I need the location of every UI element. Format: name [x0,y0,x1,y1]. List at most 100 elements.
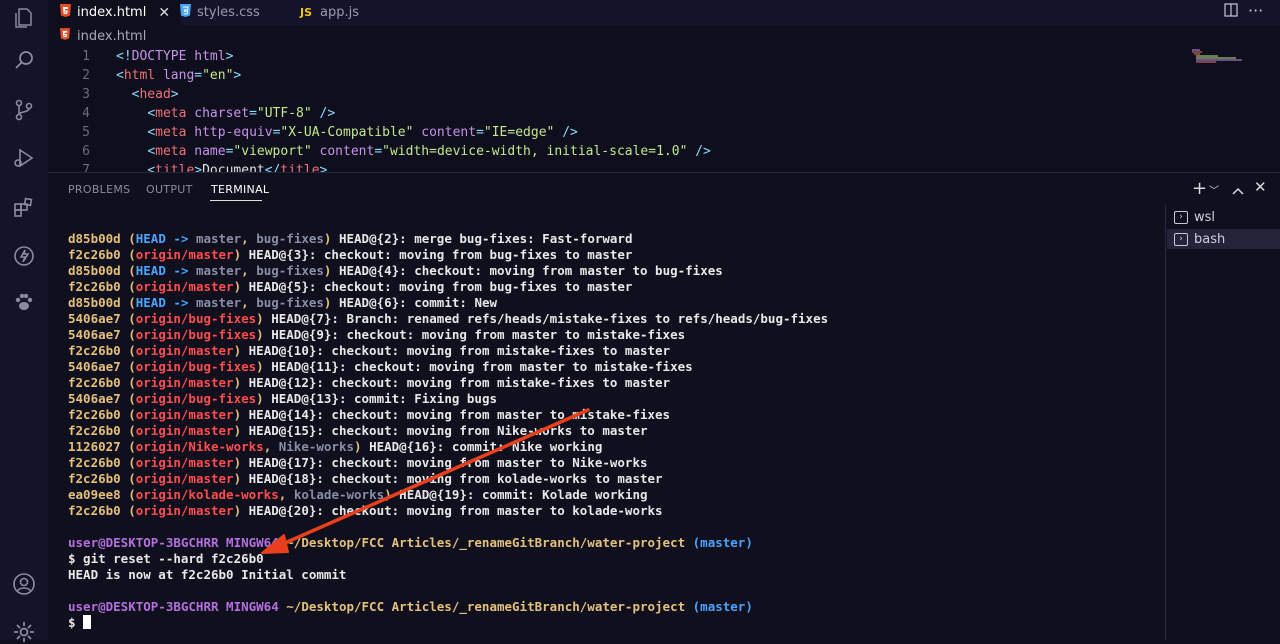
code-line: <!DOCTYPE html> [116,49,234,64]
line-number: 7 [82,163,90,172]
reflog-message: HEAD@{9}: checkout: moving from master t… [263,327,686,342]
reflog-line: f2c26b0 (origin/master) HEAD@{14}: check… [68,407,671,422]
search-icon[interactable] [12,48,36,72]
text-cursor [83,615,92,629]
tab-terminal[interactable]: TERMINAL [211,183,269,196]
ref-label: , [241,263,257,278]
thunder-client-icon[interactable] [12,244,36,268]
reflog-message: HEAD@{11}: checkout: moving from master … [263,359,693,374]
code-editor[interactable]: 1 <!DOCTYPE html> 2 <html lang="en"> 3 <he… [48,46,1280,172]
code-line: <head> [131,87,179,102]
activity-bar [0,0,48,642]
reflog-message: HEAD@{5}: checkout: moving from bug-fixe… [241,279,633,294]
commit-hash: f2c26b0 [68,423,121,438]
html5-icon [60,28,70,44]
line-number: 1 [82,49,90,64]
reflog-line: f2c26b0 (origin/master) HEAD@{18}: check… [68,471,663,486]
reflog-lines: d85b00d (HEAD -> master, bug-fixes) HEAD… [68,231,1158,519]
commit-hash: f2c26b0 [68,455,121,470]
tab-styles-css[interactable]: styles.css [180,0,280,25]
line-number: 2 [82,68,90,83]
css3-icon [180,4,191,21]
commit-hash: 5406ae7 [68,311,121,326]
close-icon[interactable]: ✕ [158,5,170,21]
settings-gear-icon[interactable] [12,620,36,644]
commit-hash: f2c26b0 [68,503,121,518]
reflog-message: HEAD@{2}: merge bug-fixes: Fast-forward [331,231,633,246]
ref-label: origin/master [135,343,234,358]
ref-label: bug-fixes [256,263,324,278]
ref-label: origin/kolade-works [135,487,279,502]
ref-label: origin/master [135,455,234,470]
commit-hash: 5406ae7 [68,391,121,406]
maximize-panel-icon[interactable] [1232,181,1244,200]
run-debug-icon[interactable] [12,146,36,170]
terminal-item-label: bash [1194,231,1226,247]
editor-tabs: index.html ✕ styles.css JS app.js ··· [48,0,1280,25]
ref-label: , [241,295,257,310]
ref-label: origin/bug-fixes [135,391,257,406]
extensions-icon[interactable] [12,196,36,220]
terminal-icon: › [1174,232,1188,246]
terminal-list: › wsl › bash [1165,205,1280,640]
ref-label: origin/bug-fixes [135,311,257,326]
ref-label: , [241,231,257,246]
reflog-line: f2c26b0 (origin/master) HEAD@{10}: check… [68,343,671,358]
tab-label: styles.css [197,5,260,20]
ref-label: bug-fixes [256,231,324,246]
ref-label: Nike-works [278,439,355,454]
commit-hash: d85b00d [68,295,121,310]
ref-label: master [195,295,242,310]
ref-label: bug-fixes [256,295,324,310]
close-panel-icon[interactable]: ✕ [1254,178,1267,196]
ref-label: origin/master [135,423,234,438]
ref-label: origin/master [135,247,234,262]
breadcrumb-file: index.html [77,28,147,44]
code-line: <meta charset="UTF-8" /> [147,106,336,121]
split-editor-icon[interactable] [1224,3,1238,21]
paw-icon[interactable] [12,290,36,314]
new-terminal-icon[interactable]: + [1192,178,1207,199]
reflog-message: HEAD@{7}: Branch: renamed refs/heads/mis… [263,311,829,326]
shell-prompt: user@DESKTOP-3BGCHRR MINGW64 ~/Desktop/F… [68,599,753,614]
terminal-item-bash[interactable]: › bash [1167,229,1280,249]
reflog-line: 5406ae7 (origin/bug-fixes) HEAD@{13}: co… [68,391,497,406]
commit-hash: f2c26b0 [68,407,121,422]
reflog-line: d85b00d (HEAD -> master, bug-fixes) HEAD… [68,231,633,246]
terminal-item-wsl[interactable]: › wsl [1174,207,1215,227]
tab-app-js[interactable]: JS app.js [300,0,380,25]
reflog-message: HEAD@{10}: checkout: moving from mistake… [241,343,671,358]
explorer-icon[interactable] [12,6,36,30]
terminal-output[interactable]: d85b00d (HEAD -> master, bug-fixes) HEAD… [68,231,1158,641]
reflog-line: 1126027 (origin/Nike-works, Nike-works) … [68,439,603,454]
ref-label: , [278,487,294,502]
chevron-down-icon[interactable]: ﹀ [1209,182,1219,197]
reflog-message: HEAD@{4}: checkout: moving from master t… [331,263,723,278]
ref-label: origin/Nike-works [135,439,264,454]
account-icon[interactable] [12,572,36,596]
ref-label: HEAD -> [135,295,196,310]
tab-problems[interactable]: PROBLEMS [68,183,130,196]
ref-label: origin/master [135,375,234,390]
ref-label: , [263,439,279,454]
reflog-line: f2c26b0 (origin/master) HEAD@{12}: check… [68,375,671,390]
more-actions-icon[interactable]: ··· [1248,1,1263,20]
minimap[interactable] [1192,48,1242,63]
reflog-message: HEAD@{12}: checkout: moving from mistake… [241,375,671,390]
reflog-message: HEAD@{17}: checkout: moving from master … [241,455,648,470]
source-control-icon[interactable] [12,98,36,122]
reflog-message: HEAD@{14}: checkout: moving from master … [241,407,671,422]
reflog-message: HEAD@{3}: checkout: moving from bug-fixe… [241,247,633,262]
reflog-message: HEAD@{13}: commit: Fixing bugs [263,391,497,406]
commit-hash: f2c26b0 [68,471,121,486]
ref-label: master [195,263,242,278]
input-line[interactable]: $ [68,615,1158,631]
code-line: <html lang="en"> [116,68,242,83]
breadcrumb[interactable]: index.html [60,27,146,45]
code-line: <meta http-equiv="X-UA-Compatible" conte… [147,125,578,140]
commit-hash: d85b00d [68,231,121,246]
reflog-line: f2c26b0 (origin/master) HEAD@{3}: checko… [68,247,633,262]
tab-output[interactable]: OUTPUT [146,183,193,196]
ref-label: origin/master [135,503,234,518]
tab-index-html[interactable]: index.html ✕ [48,0,180,25]
